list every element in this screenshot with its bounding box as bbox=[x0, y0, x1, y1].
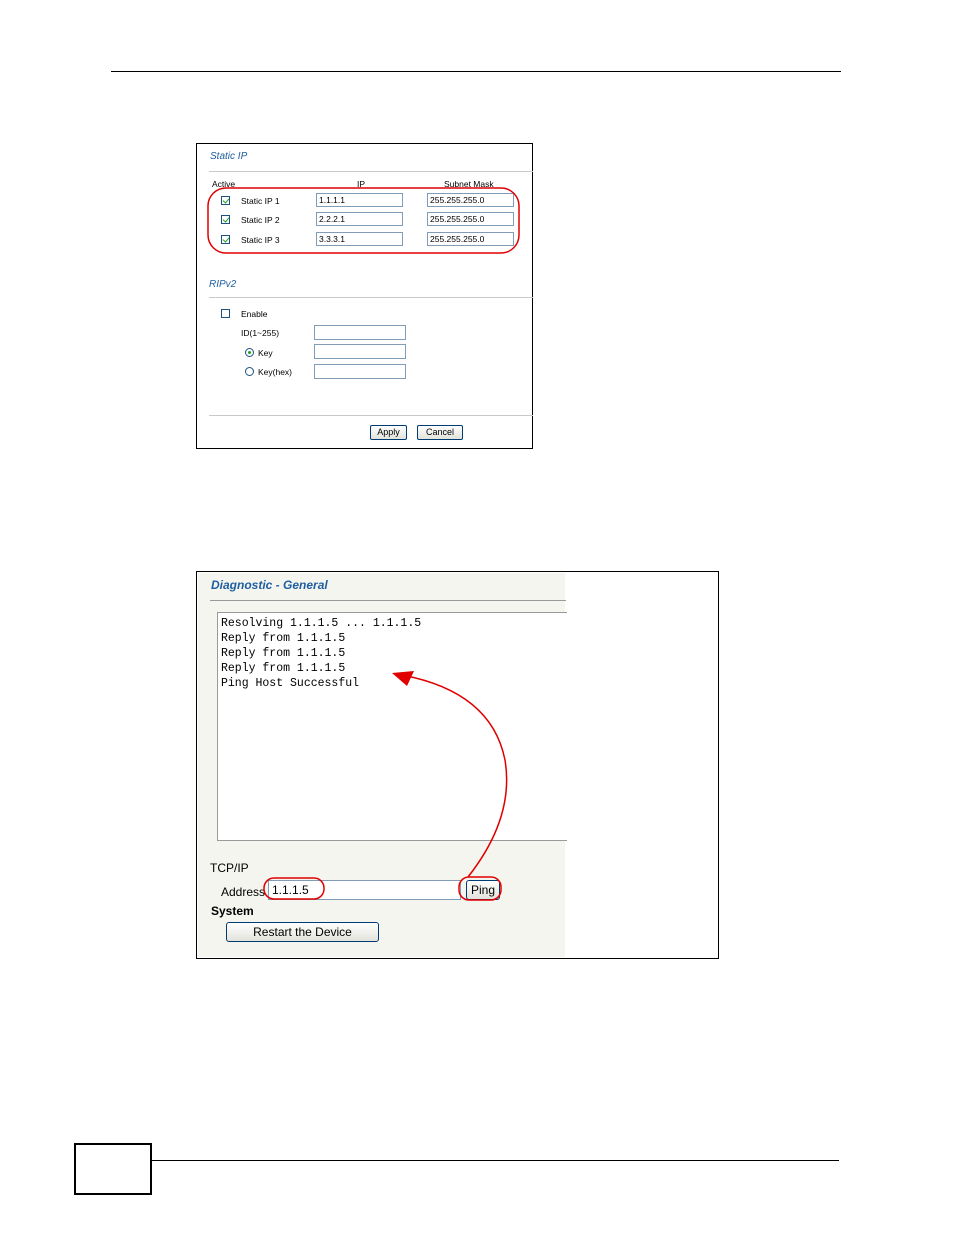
page-number-box bbox=[74, 1143, 152, 1195]
ping-button-highlight-annotation bbox=[458, 876, 502, 901]
page-footer-rule bbox=[152, 1160, 839, 1161]
result-arrow-annotation bbox=[401, 674, 508, 878]
ping-annotation bbox=[263, 671, 508, 901]
address-highlight-annotation bbox=[263, 877, 325, 900]
result-arrowhead-annotation bbox=[392, 671, 414, 686]
